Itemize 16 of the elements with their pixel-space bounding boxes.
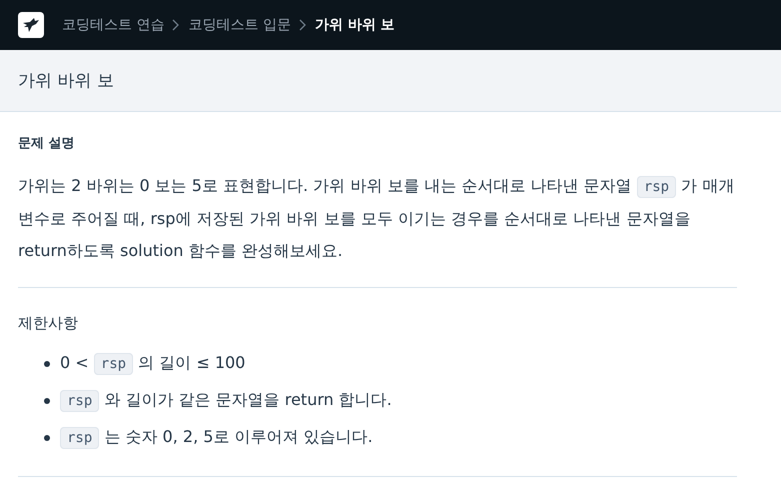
- chevron-icon: [298, 19, 307, 31]
- breadcrumb-link[interactable]: 코딩테스트 입문: [188, 16, 291, 34]
- constraint-text: rsp 와 길이가 같은 문자열을 return 합니다.: [60, 390, 392, 411]
- section-heading: 제한사항: [18, 314, 79, 333]
- constraint-text: rsp 는 숫자 0, 2, 5로 이루어져 있습니다.: [60, 427, 373, 448]
- problem-title: 가위 바위 보: [18, 70, 114, 92]
- bullet-icon: [44, 360, 50, 366]
- bird-logo-icon[interactable]: [18, 12, 44, 38]
- problem-description: 가위는 2 바위는 0 보는 5로 표현합니다. 가위 바위 보를 내는 순서대로 나타낸 문자열 rsp 가 매개변수로 주어질 때, rsp에 저장된 가위 바위 보를 모두 이기는 경우를 순서대로 나타낸 문자열을 return하도록 solution 함수를 완성해보세요.: [18, 175, 736, 262]
- bullet-icon: [44, 398, 50, 404]
- chevron-icon: [172, 19, 180, 31]
- section-heading: 문제 설명: [18, 135, 76, 152]
- constraint-text: 0 < rsp 의 길이 ≤ 100: [60, 353, 246, 374]
- breadcrumb-link[interactable]: 코딩테스트 연습: [62, 16, 164, 34]
- breadcrumb-link[interactable]: 가위 바위 보: [314, 16, 395, 34]
- bullet-icon: [44, 434, 50, 440]
